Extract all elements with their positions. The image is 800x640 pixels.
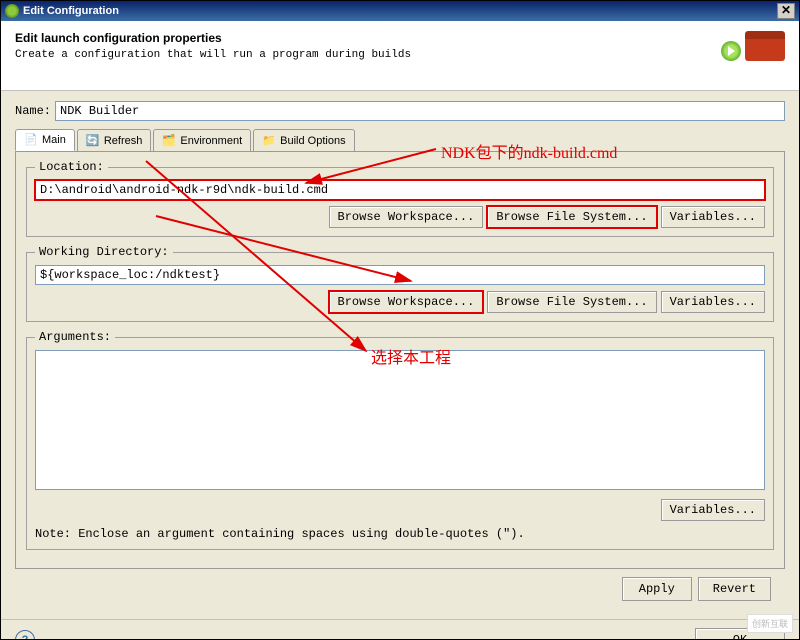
close-button[interactable]: ✕	[777, 3, 795, 19]
location-legend: Location:	[35, 160, 108, 174]
tab-build-options-label: Build Options	[280, 135, 345, 147]
tab-environment[interactable]: 🗂️ Environment	[153, 129, 251, 151]
arguments-note: Note: Enclose an argument containing spa…	[35, 527, 765, 541]
tab-environment-label: Environment	[180, 135, 242, 147]
location-fieldset: Location: Browse Workspace... Browse Fil…	[26, 160, 774, 237]
tab-main-label: Main	[42, 134, 66, 146]
tab-main[interactable]: 📄 Main	[15, 129, 75, 151]
tab-refresh[interactable]: 🔄 Refresh	[77, 129, 152, 151]
working-dir-legend: Working Directory:	[35, 245, 173, 259]
location-variables-button[interactable]: Variables...	[661, 206, 765, 228]
environment-icon: 🗂️	[162, 134, 176, 148]
watermark: 创新互联	[747, 614, 793, 633]
tab-bar: 📄 Main 🔄 Refresh 🗂️ Environment 📁 Build …	[15, 129, 785, 151]
location-browse-filesystem-button[interactable]: Browse File System...	[487, 206, 656, 228]
document-icon: 📄	[24, 133, 38, 147]
footer: ? OK	[1, 619, 799, 640]
folder-icon: 📁	[262, 134, 276, 148]
location-input[interactable]	[35, 180, 765, 200]
header-title: Edit launch configuration properties	[15, 31, 411, 45]
window-title: Edit Configuration	[23, 5, 119, 17]
arguments-legend: Arguments:	[35, 330, 115, 344]
header-area: Edit launch configuration properties Cre…	[1, 21, 799, 91]
name-label: Name:	[15, 104, 51, 118]
refresh-icon: 🔄	[86, 134, 100, 148]
arguments-fieldset: Arguments: Variables... Note: Enclose an…	[26, 330, 774, 550]
working-dir-input[interactable]	[35, 265, 765, 285]
dialog-window: Edit Configuration ✕ Edit launch configu…	[0, 0, 800, 640]
working-dir-fieldset: Working Directory: Browse Workspace... B…	[26, 245, 774, 322]
help-button[interactable]: ?	[15, 630, 35, 640]
name-input[interactable]	[55, 101, 785, 121]
revert-button[interactable]: Revert	[698, 577, 771, 601]
run-icon	[721, 41, 741, 61]
main-tab-panel: Location: Browse Workspace... Browse Fil…	[15, 151, 785, 569]
apply-button[interactable]: Apply	[622, 577, 692, 601]
workingdir-browse-workspace-button[interactable]: Browse Workspace...	[329, 291, 484, 313]
tab-refresh-label: Refresh	[104, 135, 143, 147]
titlebar: Edit Configuration ✕	[1, 1, 799, 21]
header-subtitle: Create a configuration that will run a p…	[15, 49, 411, 61]
content-area: Name: 📄 Main 🔄 Refresh 🗂️ Environment 📁 …	[1, 91, 799, 619]
workingdir-variables-button[interactable]: Variables...	[661, 291, 765, 313]
location-browse-workspace-button[interactable]: Browse Workspace...	[329, 206, 484, 228]
arguments-variables-button[interactable]: Variables...	[661, 499, 765, 521]
arguments-input[interactable]	[35, 350, 765, 490]
tab-build-options[interactable]: 📁 Build Options	[253, 129, 354, 151]
app-icon	[5, 4, 19, 18]
workingdir-browse-filesystem-button[interactable]: Browse File System...	[487, 291, 656, 313]
toolbox-icon	[745, 31, 785, 61]
